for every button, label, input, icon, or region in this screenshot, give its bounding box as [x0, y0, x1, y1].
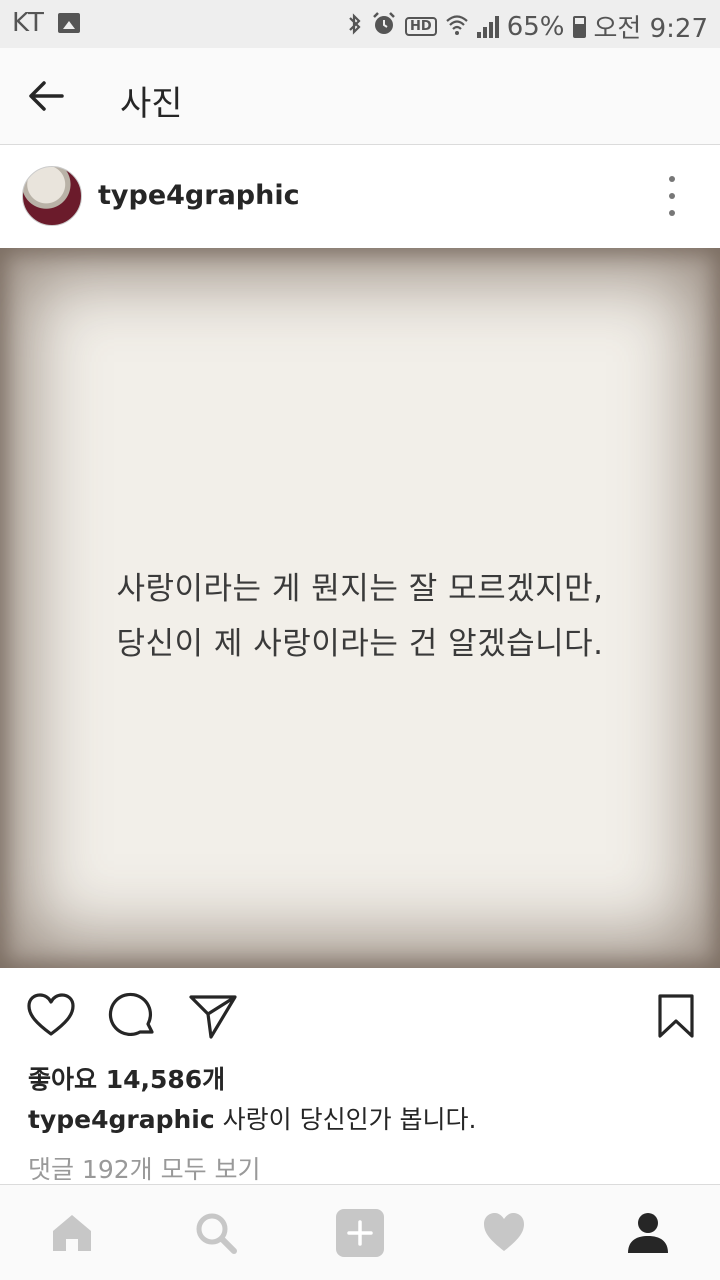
image-text-line-2: 당신이 제 사랑이라는 건 알겠습니다. [116, 626, 604, 662]
status-bar: KT HD 65% 오전 9:27 [0, 0, 720, 48]
signal-icon [476, 15, 499, 38]
caption-username[interactable]: type4graphic [28, 1105, 215, 1134]
wifi-icon [445, 12, 469, 42]
nav-home-button[interactable] [48, 1209, 96, 1257]
caption-text: 사랑이 당신인가 봅니다. [222, 1105, 477, 1134]
bookmark-icon [658, 994, 694, 1038]
like-button[interactable] [26, 992, 76, 1040]
share-icon [189, 995, 237, 1039]
comment-button[interactable] [108, 992, 158, 1040]
profile-icon [628, 1213, 668, 1253]
post-image[interactable]: 사랑이라는 게 뭔지는 잘 모르겠지만, 당신이 제 사랑이라는 건 알겠습니다… [0, 248, 720, 968]
page-title: 사진 [120, 84, 183, 124]
search-icon [196, 1213, 237, 1254]
post-header: type4graphic [0, 146, 720, 248]
image-text-line-1: 사랑이라는 게 뭔지는 잘 모르겠지만, [116, 571, 604, 607]
bottom-nav [0, 1184, 720, 1280]
nav-search-button[interactable] [192, 1209, 240, 1257]
top-bar: 사진 [0, 48, 720, 145]
view-all-comments-link[interactable]: 댓글 192개 모두 보기 [28, 1150, 261, 1186]
home-icon [53, 1215, 91, 1251]
carrier-label: KT [12, 8, 45, 38]
comment-icon [108, 992, 154, 1037]
nav-activity-button[interactable] [480, 1209, 528, 1257]
heart-icon [27, 993, 75, 1036]
battery-percent: 65% [506, 11, 565, 42]
nav-profile-button[interactable] [624, 1209, 672, 1257]
add-icon [336, 1209, 384, 1257]
battery-icon [572, 15, 586, 38]
more-options-button[interactable] [660, 176, 684, 216]
bluetooth-icon [347, 12, 363, 42]
gallery-icon [58, 13, 80, 33]
caption: type4graphic 사랑이 당신인가 봅니다. [28, 1100, 476, 1136]
nav-add-button[interactable] [336, 1209, 384, 1257]
hd-voice-icon: HD [405, 17, 437, 36]
likes-count[interactable]: 좋아요 14,586개 [28, 1060, 225, 1096]
clock: 오전 9:27 [593, 14, 709, 44]
avatar[interactable] [22, 166, 82, 226]
activity-heart-icon [484, 1213, 524, 1251]
bookmark-button[interactable] [652, 992, 702, 1040]
alarm-icon [371, 11, 397, 43]
more-vertical-icon [669, 176, 675, 182]
post-username[interactable]: type4graphic [98, 180, 300, 211]
back-button[interactable] [22, 74, 74, 118]
arrow-left-icon [29, 81, 64, 111]
post-actions [0, 968, 720, 1060]
status-right: HD 65% 오전 9:27 [347, 8, 708, 45]
share-button[interactable] [188, 992, 238, 1040]
